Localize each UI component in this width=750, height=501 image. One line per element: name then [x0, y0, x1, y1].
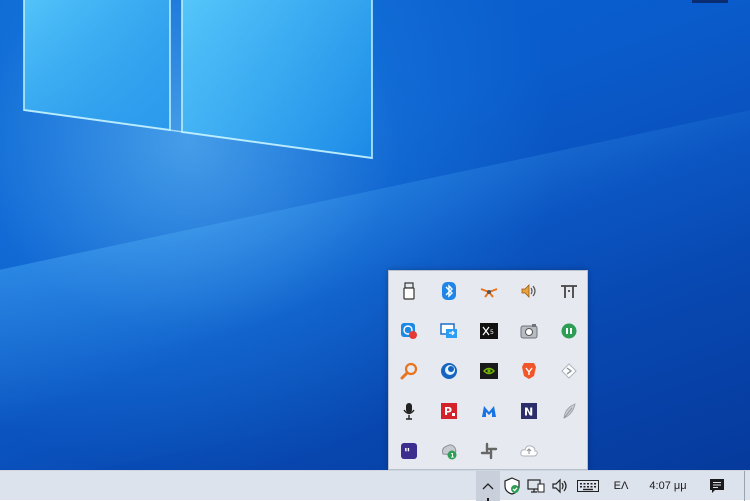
- speaker-volume-icon[interactable]: [548, 471, 572, 501]
- feather-icon[interactable]: [549, 391, 589, 431]
- svg-text:": ": [404, 446, 410, 459]
- brave-icon[interactable]: [509, 351, 549, 391]
- windows-logo-wallpaper: [23, 0, 373, 160]
- security-shield-icon[interactable]: [500, 471, 524, 501]
- update-badge-icon[interactable]: 1: [429, 431, 469, 471]
- remote-desktop-icon[interactable]: [429, 311, 469, 351]
- network-monitor-icon[interactable]: [524, 471, 548, 501]
- onenote-icon[interactable]: N: [509, 391, 549, 431]
- bluetooth-icon[interactable]: [429, 271, 469, 311]
- volume-icon[interactable]: [509, 271, 549, 311]
- tray-overflow-panel: 5 P N " 1: [388, 270, 588, 470]
- tt-app-icon[interactable]: [549, 271, 589, 311]
- usb-drive-icon[interactable]: [389, 271, 429, 311]
- diamond-app-icon[interactable]: [549, 351, 589, 391]
- show-hidden-icons-chevron-up-icon[interactable]: [476, 471, 500, 501]
- camera-icon[interactable]: [509, 311, 549, 351]
- svg-text:P: P: [444, 405, 452, 418]
- show-desktop-button[interactable]: [744, 471, 750, 501]
- quote-app-icon[interactable]: ": [389, 431, 429, 471]
- desktop-edge-shadow: [692, 0, 728, 3]
- taskbar-clock[interactable]: 4:07 μμ: [638, 471, 698, 501]
- pdf-app-icon[interactable]: P: [429, 391, 469, 431]
- onedrive-icon[interactable]: [509, 431, 549, 471]
- screen-recorder-icon[interactable]: [389, 311, 429, 351]
- xbox-icon[interactable]: 5: [469, 311, 509, 351]
- action-center-notifications-icon[interactable]: [704, 471, 730, 501]
- svg-text:1: 1: [450, 453, 454, 460]
- input-language-indicator[interactable]: ΕΛ: [606, 471, 636, 501]
- magnifier-search-icon[interactable]: [389, 351, 429, 391]
- green-toggle-icon[interactable]: [549, 311, 589, 351]
- desktop-wallpaper[interactable]: [0, 0, 750, 470]
- microphone-icon[interactable]: [389, 391, 429, 431]
- touch-keyboard-icon[interactable]: [574, 471, 602, 501]
- svg-text:N: N: [524, 406, 533, 419]
- taskbar: ΕΛ 4:07 μμ: [0, 470, 750, 501]
- nvidia-icon[interactable]: [469, 351, 509, 391]
- malwarebytes-icon[interactable]: [469, 391, 509, 431]
- network-flower-icon[interactable]: [469, 271, 509, 311]
- svg-text:5: 5: [490, 329, 494, 336]
- backup-app-icon[interactable]: [429, 351, 469, 391]
- slack-icon[interactable]: [469, 431, 509, 471]
